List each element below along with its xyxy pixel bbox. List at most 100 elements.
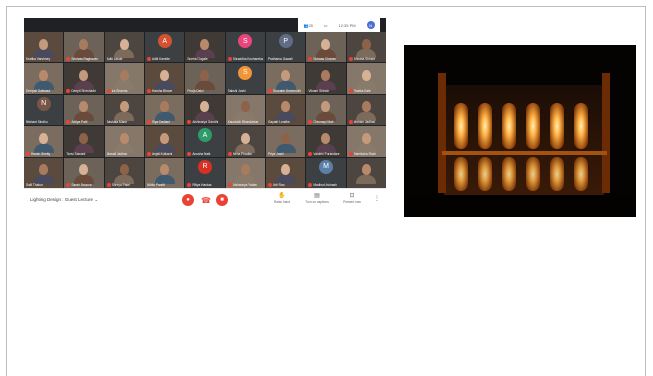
participant-initial-avatar: A <box>197 128 212 143</box>
mic-off-icon[interactable]: ● <box>182 194 194 206</box>
participant-tile[interactable]: Aishwarya Yadav <box>225 157 265 188</box>
participant-video-face <box>361 70 371 82</box>
participant-name: Anjali Kulkarni <box>151 151 173 156</box>
participant-tile[interactable]: Kaustubh Bhandarkar <box>225 94 265 126</box>
participant-tile[interactable]: Shweta Shinde <box>346 32 386 63</box>
glowing-arch <box>478 103 492 149</box>
participant-video-face <box>39 132 49 144</box>
participant-video-face <box>119 101 129 113</box>
participant-tile[interactable]: A Anusha Naik <box>185 126 225 157</box>
participant-name: Aishwarya Gandhi <box>192 120 219 125</box>
participant-tile[interactable]: Harish Shetty <box>24 126 64 157</box>
participant-tile[interactable]: M Madhuri Avinash <box>306 157 346 188</box>
participant-name: Samiksha Shah <box>353 151 376 156</box>
participant-tile[interactable]: N Nishant Sindhu <box>24 94 64 126</box>
participant-tile[interactable]: P Prathama Gawali <box>265 32 306 63</box>
participant-name: Pooja Dalvi <box>187 88 204 93</box>
present-now-button[interactable]: ⊡ Present now <box>339 193 365 204</box>
participant-video-face <box>361 38 371 50</box>
participant-tile[interactable]: Sneha Gugale <box>185 32 225 63</box>
participant-name: Vaidehi Purandare <box>313 151 340 156</box>
camera-off-icon[interactable]: ■ <box>216 194 228 206</box>
participant-name: Harsha Bhave <box>151 88 173 93</box>
participant-video-face <box>160 70 170 82</box>
participant-tile[interactable] <box>346 157 386 188</box>
participant-video-face <box>160 132 170 144</box>
mic-off-icon <box>308 120 313 125</box>
participant-tile[interactable]: Salil Thakur <box>24 157 64 188</box>
mic-off-icon <box>227 182 232 187</box>
participant-initial-avatar: S <box>238 34 253 49</box>
glowing-arch <box>454 103 468 149</box>
participant-tile[interactable]: Nikita Pandit <box>144 157 185 188</box>
mic-off-icon <box>66 57 71 62</box>
participant-tile[interactable]: Vaidehi Purandare <box>306 126 346 157</box>
participant-tile[interactable]: Kratika Varshney <box>24 32 64 63</box>
participant-tile[interactable]: Aditi Lakde <box>104 32 144 63</box>
participant-video-face <box>240 164 250 176</box>
more-options-icon[interactable]: ⋮ <box>374 195 380 202</box>
participant-tile[interactable]: Priya Joshi <box>265 126 306 157</box>
participant-tile[interactable]: Neha Phadke <box>225 126 265 157</box>
participant-tile[interactable]: S Sakshi Joshi <box>225 63 265 94</box>
participant-tile[interactable]: Sarah Dsouza <box>64 157 104 188</box>
participant-tile[interactable]: Harsha Bhave <box>144 63 185 94</box>
participant-tile[interactable]: Chinmayi Mali <box>306 94 346 126</box>
participant-tile[interactable]: Siya Dadlani <box>144 94 185 126</box>
glowing-arch-reflection <box>550 157 564 191</box>
participant-tile[interactable]: Anjali Kulkarni <box>144 126 185 157</box>
participant-tile[interactable]: R Ritiya Hardas <box>185 157 225 188</box>
glowing-arch-reflection <box>454 157 468 191</box>
participant-tile[interactable]: Samiksha Shah <box>346 126 386 157</box>
participant-tile[interactable]: Gayatri Londhe <box>265 94 306 126</box>
meet-bottombar: Lighting Design : Guest Lecture ⌄ ● ☎ ■ … <box>24 188 386 212</box>
participant-tile[interactable]: Sourabh Deshmukh <box>265 63 306 94</box>
participant-tile[interactable]: Ira Sharma <box>104 63 144 94</box>
participant-video-face <box>321 132 331 144</box>
participant-initial-avatar: R <box>197 159 212 174</box>
avatar[interactable]: N <box>366 21 375 29</box>
captions-button[interactable]: ▤ Turn on captions <box>304 193 330 204</box>
chevron-down-icon[interactable]: ⌄ <box>94 197 98 202</box>
chat-icon[interactable]: ▭ <box>324 23 328 28</box>
participant-tile[interactable]: Aditya Patil <box>64 94 104 126</box>
participant-name: Aishwarya Yadav <box>232 182 257 187</box>
glowing-arch <box>502 103 516 149</box>
mic-off-icon <box>106 88 111 93</box>
participant-tile[interactable]: Shreya Patel <box>104 157 144 188</box>
participant-tile[interactable]: Pooja Dalvi <box>185 63 225 94</box>
meeting-title[interactable]: Lighting Design : Guest Lecture ⌄ <box>30 197 98 203</box>
glowing-arch <box>550 103 564 149</box>
participant-name: Sarah Dsouza <box>71 182 92 187</box>
participant-name: Sneha Gugale <box>187 57 208 62</box>
glowing-arch-reflection <box>502 157 516 191</box>
participant-tile[interactable]: Srinivas Raghavan <box>64 32 104 63</box>
raise-hand-button[interactable]: ✋ Raise hand <box>269 193 295 204</box>
participant-video-face <box>39 164 49 176</box>
participant-video-face <box>321 101 331 113</box>
participant-tile[interactable]: Akshata Mane <box>104 94 144 126</box>
participant-video-face <box>160 164 170 176</box>
participant-tile[interactable]: Vikram Shinde <box>306 63 346 94</box>
participant-tile[interactable]: Deepali Gaikwad <box>24 63 64 94</box>
people-icon[interactable]: 👥25 <box>303 23 312 28</box>
participant-tile[interactable]: Aishwarya Gandhi <box>185 94 225 126</box>
participant-initial-avatar: M <box>318 159 333 174</box>
participant-tile[interactable]: Tanvi Sawant <box>64 126 104 157</box>
mic-off-icon <box>308 151 313 156</box>
participant-tile[interactable]: Deepti Sheshadri <box>64 63 104 94</box>
hangup-icon[interactable]: ☎ <box>200 194 212 206</box>
participant-tile[interactable]: Arti Rao <box>265 157 306 188</box>
participant-tile[interactable]: Rasika Kale <box>346 63 386 94</box>
glowing-arch-reflection <box>526 157 540 191</box>
mic-off-icon <box>267 88 272 93</box>
participant-tile[interactable]: Manali Jadhav <box>104 126 144 157</box>
mic-off-icon <box>66 88 71 93</box>
participant-video-face <box>119 70 129 82</box>
participant-tile[interactable]: S Shraddha Kocharekar <box>225 32 265 63</box>
participant-video-face <box>281 101 291 113</box>
participant-tile[interactable]: Suhaas Chavan <box>306 32 346 63</box>
participant-tile[interactable]: A Aditi Kamble <box>144 32 185 63</box>
mic-off-icon <box>66 182 71 187</box>
participant-tile[interactable]: Mohsin Jadhav <box>346 94 386 126</box>
